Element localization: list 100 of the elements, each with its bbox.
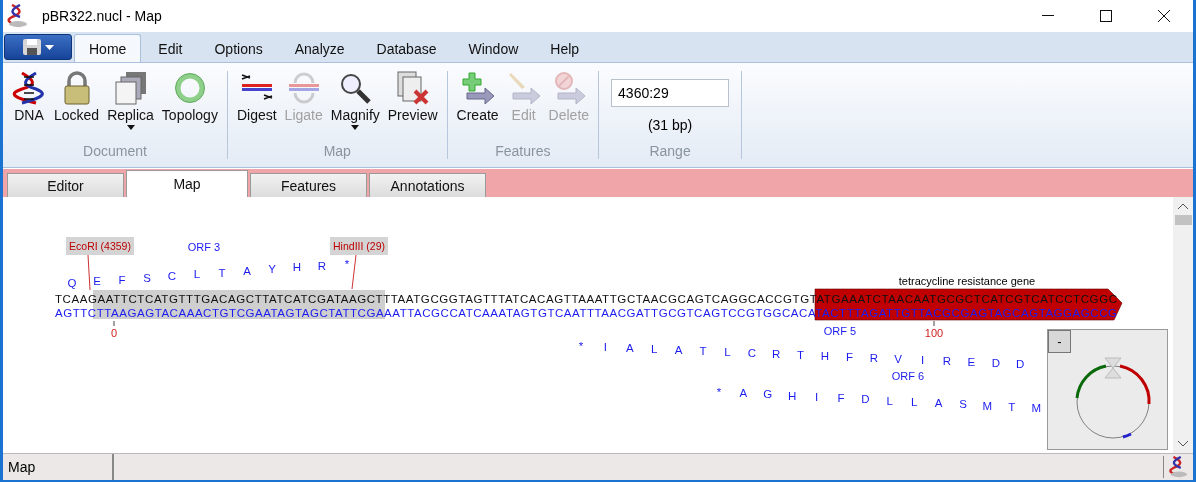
- amino-acid: S: [143, 271, 151, 284]
- amino-acid: Q: [67, 277, 77, 289]
- amino-acid: D: [861, 393, 870, 406]
- amino-acid: C: [747, 347, 756, 359]
- site-label: EcoRI (4359): [66, 237, 134, 255]
- amino-acid: R: [869, 352, 878, 364]
- amino-acid: D: [1016, 358, 1025, 370]
- menu-tab[interactable]: Home: [74, 34, 142, 62]
- view-tab[interactable]: Annotations: [369, 173, 486, 197]
- ribbon-button[interactable]: Create: [453, 71, 502, 143]
- amino-acid: F: [118, 273, 126, 286]
- amino-acid: A: [934, 397, 943, 410]
- amino-acid: T: [797, 349, 805, 361]
- view-tab[interactable]: Editor: [7, 173, 124, 197]
- maximize-icon: [1100, 10, 1112, 22]
- pencil-arrow-icon: [506, 71, 541, 105]
- tick-label: 100: [924, 327, 944, 339]
- amino-acid: *: [344, 258, 350, 270]
- tick-mark: [933, 320, 935, 327]
- orf-label: ORF 3: [187, 241, 221, 253]
- amino-acid: M: [982, 399, 993, 412]
- amino-acid: F: [837, 392, 845, 405]
- amino-acid: A: [674, 344, 683, 356]
- ring-icon: [172, 71, 207, 105]
- group-label: Map: [323, 143, 351, 159]
- window-title: pBR322.nucl - Map: [42, 8, 163, 24]
- amino-acid: G: [763, 388, 773, 401]
- range-length: (31 bp): [647, 117, 693, 135]
- amino-acid: L: [724, 346, 731, 358]
- view-tab[interactable]: Map: [126, 170, 248, 197]
- app-icon: [6, 4, 28, 28]
- close-icon: [1158, 10, 1170, 22]
- amino-acid: C: [167, 270, 177, 283]
- amino-acid: M: [1031, 402, 1041, 414]
- leader-line: [87, 254, 91, 291]
- minimize-icon: [1042, 15, 1054, 17]
- amino-acid: E: [967, 356, 976, 368]
- status-text: Map: [3, 454, 114, 480]
- orf-label: ORF 5: [823, 325, 857, 337]
- ribbon-button[interactable]: Digest: [233, 71, 280, 143]
- orf-label: ORF 6: [891, 370, 925, 382]
- amino-acid: T: [699, 345, 707, 357]
- feature-label: tetracycline resistance gene: [898, 275, 1036, 287]
- amino-acid: L: [193, 268, 201, 281]
- amino-acid: I: [603, 341, 607, 353]
- file-menu-button[interactable]: [4, 34, 72, 60]
- ribbon-button[interactable]: Replica: [104, 71, 157, 143]
- amino-acid: L: [911, 395, 918, 408]
- amino-acid: E: [93, 275, 101, 288]
- print-preview-icon: [395, 71, 430, 105]
- amino-acid: Y: [268, 263, 276, 276]
- up-chevron-icon: [1178, 203, 1188, 209]
- tick-mark: [113, 320, 115, 327]
- magnifier-icon: [338, 71, 373, 105]
- amino-acid: R: [317, 259, 327, 272]
- menu-tab[interactable]: Help: [535, 34, 595, 62]
- amino-acid: H: [788, 389, 797, 402]
- amino-acid: R: [772, 348, 781, 360]
- menu-tab[interactable]: Database: [361, 34, 452, 62]
- menu-tab[interactable]: Window: [453, 34, 534, 62]
- tick-label: 0: [110, 327, 118, 339]
- ribbon-button[interactable]: Preview: [384, 71, 441, 143]
- amino-acid: A: [243, 264, 251, 277]
- amino-acid: *: [578, 340, 584, 352]
- stacked-windows-icon: [113, 71, 148, 105]
- amino-acid: H: [820, 350, 830, 362]
- amino-acid: A: [625, 342, 634, 354]
- amino-acid: T: [1008, 400, 1016, 413]
- collapse-button[interactable]: -: [1048, 330, 1071, 353]
- scroll-thumb[interactable]: [1174, 215, 1192, 225]
- ligate-icon: [286, 71, 321, 105]
- amino-acid: F: [845, 351, 853, 363]
- amino-acid: A: [739, 387, 748, 400]
- menu-tab[interactable]: Analyze: [279, 34, 360, 62]
- caret-icon: [44, 44, 54, 50]
- app-icon: [1163, 456, 1189, 478]
- view-tab[interactable]: Features: [250, 173, 367, 197]
- ribbon-button[interactable]: Locked: [51, 71, 103, 143]
- amino-acid: S: [959, 398, 967, 411]
- amino-acid: D: [991, 357, 1000, 369]
- range-field[interactable]: 4360:29: [611, 79, 730, 107]
- menu-tab[interactable]: Options: [199, 34, 278, 62]
- ribbon-button[interactable]: Magnify: [327, 71, 383, 143]
- ribbon-button[interactable]: DNA: [9, 71, 49, 143]
- plus-arrow-icon: [460, 71, 495, 105]
- amino-acid: V: [894, 353, 903, 365]
- amino-acid: *: [716, 386, 722, 398]
- amino-acid: T: [218, 266, 226, 279]
- amino-acid: L: [886, 394, 893, 407]
- site-label: HindIII (29): [330, 237, 388, 255]
- group-label: Range: [649, 143, 691, 159]
- vertical-scrollbar[interactable]: [1173, 197, 1193, 453]
- amino-acid: L: [651, 343, 658, 355]
- amino-acid: I: [921, 354, 925, 366]
- amino-acid: R: [942, 355, 952, 367]
- group-label: Features: [495, 143, 551, 159]
- ribbon-button[interactable]: Topology: [158, 71, 221, 143]
- group-label: Document: [83, 143, 147, 159]
- amino-acid: I: [815, 390, 819, 403]
- menu-tab[interactable]: Edit: [143, 34, 198, 62]
